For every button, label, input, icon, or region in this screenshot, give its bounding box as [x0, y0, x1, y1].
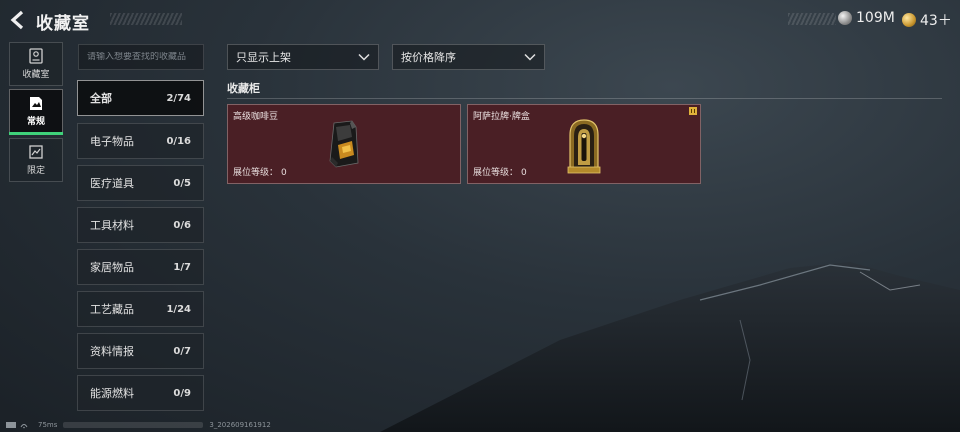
item-name: 高级咖啡豆 [233, 112, 279, 122]
shelf-filter-dropdown[interactable]: 只显示上架 [227, 44, 379, 70]
category-intel[interactable]: 资料情报 0/7 [77, 333, 204, 369]
category-count: 0/6 [173, 219, 191, 231]
limited-icon [29, 145, 43, 159]
build-id: 3_202609161912 [209, 421, 271, 429]
chevron-left-icon [10, 10, 24, 30]
category-label: 全部 [90, 92, 112, 105]
sort-dropdown[interactable]: 按价格降序 [392, 44, 545, 70]
dropdown-value: 只显示上架 [236, 51, 291, 64]
category-count: 0/16 [166, 135, 191, 147]
search-box[interactable] [78, 44, 204, 70]
item-card-card-box[interactable]: 阿萨拉牌·牌盒 展位等级： 0 [467, 104, 701, 184]
chevron-down-icon [358, 53, 370, 61]
category-medical[interactable]: 医疗道具 0/5 [77, 165, 204, 201]
search-input[interactable] [87, 52, 203, 62]
card-box-icon [567, 119, 601, 174]
redacted-info [63, 422, 204, 428]
category-household[interactable]: 家居物品 1/7 [77, 249, 204, 285]
item-level-value: 0 [521, 168, 527, 178]
category-label: 家居物品 [90, 261, 134, 274]
section-title: 收藏柜 [227, 82, 260, 95]
currency-decoration [788, 13, 836, 25]
category-count: 2/74 [166, 92, 191, 104]
item-level: 展位等级： 0 [473, 165, 527, 178]
nav-tab-limited[interactable]: 限定 [9, 138, 63, 182]
category-count: 0/9 [173, 387, 191, 399]
item-level-value: 0 [281, 168, 287, 178]
nav-tab-collection-room[interactable]: 收藏室 [9, 42, 63, 86]
item-card-coffee-beans[interactable]: 高级咖啡豆 展位等级： 0 [227, 104, 461, 184]
nav-tab-regular[interactable]: 常规 [9, 89, 63, 135]
category-label: 工艺藏品 [90, 303, 134, 316]
ping-value: 75ms [38, 421, 58, 429]
silver-currency: 109M [838, 10, 895, 26]
new-badge-icon [689, 107, 697, 115]
category-label: 能源燃料 [90, 387, 134, 400]
category-label: 资料情报 [90, 345, 134, 358]
category-count: 1/7 [173, 261, 191, 273]
gold-coin-icon [902, 13, 916, 27]
nav-label: 收藏室 [22, 70, 50, 80]
network-status-icon [6, 422, 28, 429]
item-level-label: 展位等级： [233, 168, 279, 178]
category-electronics[interactable]: 电子物品 0/16 [77, 123, 204, 159]
top-bar: 收藏室 109M 43＋ [0, 0, 960, 38]
gold-currency[interactable]: 43＋ [902, 10, 952, 30]
category-count: 1/24 [166, 303, 191, 315]
back-button[interactable] [8, 9, 30, 31]
item-name: 阿萨拉牌·牌盒 [473, 112, 530, 122]
status-bar: 75ms 3_202609161912 [6, 421, 271, 429]
gold-amount: 43＋ [920, 13, 952, 29]
category-energy[interactable]: 能源燃料 0/9 [77, 375, 204, 411]
category-crafts[interactable]: 工艺藏品 1/24 [77, 291, 204, 327]
item-level: 展位等级： 0 [233, 165, 287, 178]
dropdown-value: 按价格降序 [401, 51, 456, 64]
collection-room-icon [29, 48, 43, 64]
regular-icon [30, 97, 42, 110]
item-level-label: 展位等级： [473, 168, 519, 178]
category-tools[interactable]: 工具材料 0/6 [77, 207, 204, 243]
chevron-down-icon [524, 53, 536, 61]
page-title: 收藏室 [36, 14, 90, 34]
category-all[interactable]: 全部 2/74 [77, 80, 204, 116]
nav-label: 限定 [26, 166, 45, 176]
nav-label: 常规 [26, 117, 45, 127]
silver-coin-icon [838, 11, 852, 25]
section-divider [227, 98, 942, 99]
title-decoration [110, 13, 182, 25]
category-label: 电子物品 [90, 135, 134, 148]
coffee-bean-bag-icon [329, 120, 359, 168]
category-count: 0/5 [173, 177, 191, 189]
silver-amount: 109M [856, 10, 895, 26]
category-label: 工具材料 [90, 219, 134, 232]
category-count: 0/7 [173, 345, 191, 357]
category-label: 医疗道具 [90, 177, 134, 190]
